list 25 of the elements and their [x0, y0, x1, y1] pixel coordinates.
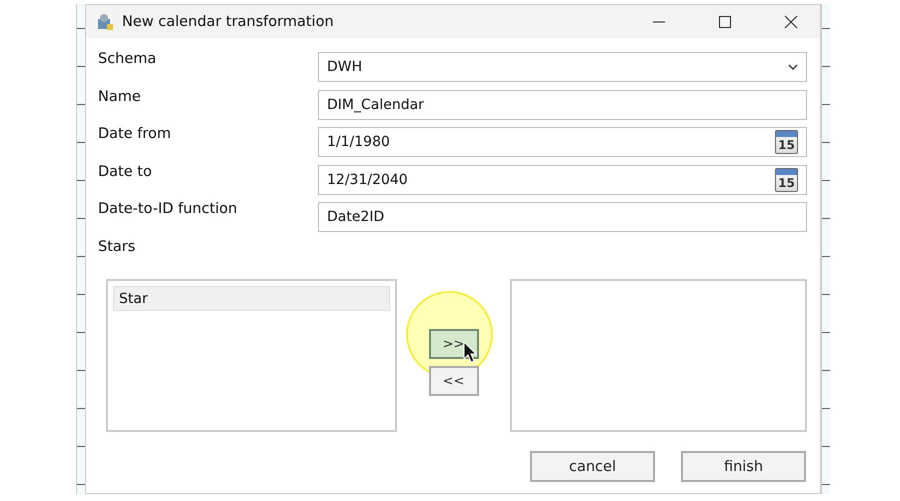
app-icon	[96, 12, 114, 30]
finish-button[interactable]: finish	[681, 451, 806, 482]
calendar-icon[interactable]: 15	[775, 130, 798, 154]
field-label: Date to	[98, 164, 153, 180]
cancel-button[interactable]: cancel	[530, 451, 655, 482]
schema-dropdown[interactable]: DWH	[318, 52, 807, 82]
field-label: Schema	[98, 51, 158, 67]
minimize-icon	[652, 20, 666, 22]
date-field[interactable]: 1/1/1980 15	[318, 127, 807, 157]
text-field[interactable]: DIM_Calendar	[318, 90, 807, 120]
calendar-icon[interactable]: 15	[775, 168, 798, 192]
maximize-icon	[718, 14, 732, 28]
field-label: Date from	[98, 126, 172, 142]
mouse-pointer-icon	[463, 341, 477, 363]
move-button[interactable]: <<	[428, 366, 478, 396]
chevron-down-icon	[788, 64, 798, 70]
move-button[interactable]: >>	[428, 329, 478, 359]
field-label: Stars	[98, 238, 136, 254]
field-label: Name	[98, 88, 142, 104]
field-label: Date-to-ID function	[98, 201, 238, 217]
close-icon	[784, 14, 798, 28]
date-field[interactable]: 12/31/2040 15	[318, 164, 807, 194]
window-title: New calendar transformation	[122, 14, 335, 30]
list-item[interactable]: Star	[113, 286, 390, 311]
text-field[interactable]: Date2ID	[318, 202, 807, 232]
